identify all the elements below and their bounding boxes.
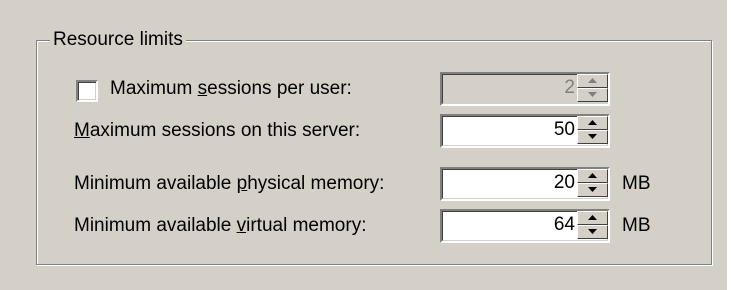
max-sessions-server-spinner[interactable]: 50 (440, 114, 610, 148)
spinner-value[interactable]: 50 (554, 116, 575, 144)
spin-down-icon[interactable] (577, 183, 608, 197)
spinner-value[interactable]: 20 (554, 169, 575, 197)
group-title: Resource limits (50, 29, 186, 51)
spin-up-icon[interactable] (577, 116, 608, 130)
max-sessions-per-user-checkbox[interactable] (76, 80, 98, 102)
spin-down-icon[interactable] (577, 225, 608, 239)
spin-up-icon (577, 74, 608, 88)
spinner-value: 2 (564, 77, 575, 98)
min-physical-memory-label: Minimum available physical memory: (74, 173, 385, 194)
max-sessions-server-label: Maximum sessions on this server: (74, 120, 361, 141)
resource-limits-page: Resource limits Maximum sessions per use… (0, 0, 731, 290)
spin-down-icon[interactable] (577, 130, 608, 144)
spin-up-icon[interactable] (577, 169, 608, 183)
max-sessions-per-user-spinner: 2 (440, 72, 610, 106)
max-sessions-per-user-label: Maximum sessions per user: (110, 78, 352, 99)
min-physical-memory-spinner[interactable]: 20 (440, 167, 610, 201)
virtual-memory-unit: MB (622, 215, 651, 236)
spin-up-icon[interactable] (577, 211, 608, 225)
spinner-value[interactable]: 64 (554, 211, 575, 239)
physical-memory-unit: MB (622, 173, 651, 194)
min-virtual-memory-label: Minimum available virtual memory: (74, 215, 367, 236)
window-edge (727, 0, 731, 290)
spin-down-icon (577, 88, 608, 102)
min-virtual-memory-spinner[interactable]: 64 (440, 209, 610, 243)
